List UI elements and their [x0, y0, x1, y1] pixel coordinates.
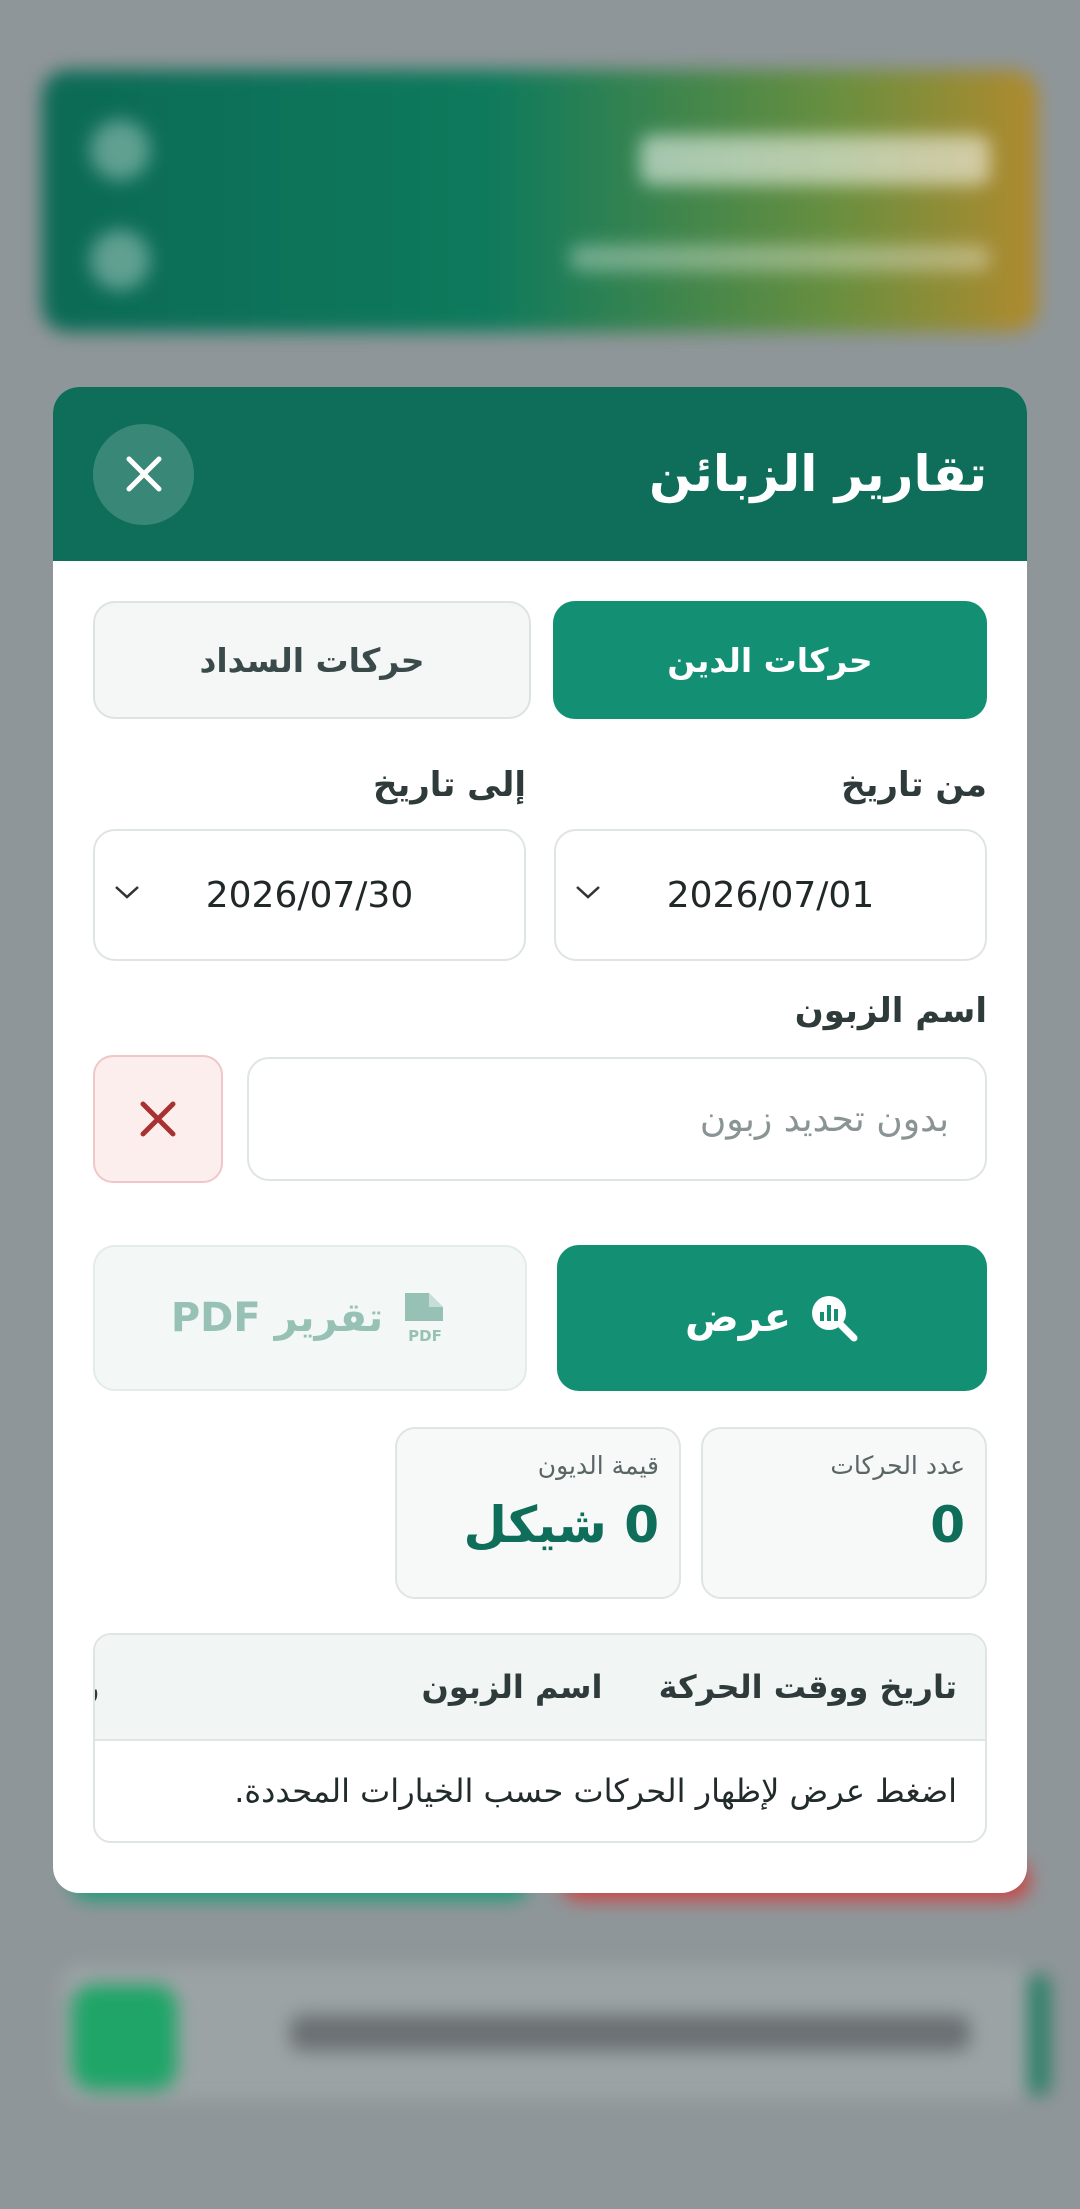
pdf-report-button[interactable]: PDF تقرير PDF [93, 1245, 527, 1391]
background-header-card [42, 70, 1038, 332]
to-date-value: 2026/07/30 [205, 874, 414, 916]
to-date-field[interactable]: 2026/07/30 [93, 829, 526, 961]
background-row-text [290, 2015, 970, 2051]
stat-card-movements-count: عدد الحركات 0 [701, 1427, 987, 1599]
from-date-value: 2026/07/01 [666, 874, 875, 916]
report-type-tabs: حركات الدين حركات السداد [93, 601, 987, 719]
from-date-field[interactable]: 2026/07/01 [554, 829, 987, 961]
stat-value: 0 [930, 1496, 965, 1554]
summary-stats: عدد الحركات 0 قيمة الديون 0 شيكل [93, 1427, 987, 1599]
background-icon [90, 230, 150, 290]
chevron-down-icon [576, 886, 600, 899]
close-icon [126, 456, 161, 492]
from-date-label: من تاريخ [841, 765, 987, 805]
stat-value: 0 شيكل [463, 1496, 660, 1554]
column-header: اسم الزبون [421, 1668, 603, 1706]
column-header: ر [95, 1668, 99, 1706]
background-row-bar [1028, 1975, 1050, 2095]
background-subtitle [570, 245, 990, 271]
search-chart-icon [812, 1296, 858, 1342]
close-icon [140, 1101, 176, 1137]
tab-debt-movements[interactable]: حركات الدين [553, 601, 987, 719]
clear-customer-button[interactable] [93, 1055, 223, 1183]
background-title [640, 135, 990, 185]
chevron-down-icon [115, 886, 139, 899]
show-button[interactable]: عرض [557, 1245, 987, 1391]
customer-name-label: اسم الزبون [794, 991, 987, 1031]
pdf-button-label: تقرير PDF [170, 1295, 384, 1341]
stat-card-debt-value: قيمة الديون 0 شيكل [395, 1427, 681, 1599]
modal-header: تقارير الزبائن [53, 387, 1027, 561]
stat-label: عدد الحركات [830, 1451, 965, 1480]
modal-title: تقارير الزبائن [649, 445, 987, 503]
tab-payment-movements[interactable]: حركات السداد [93, 601, 531, 719]
customer-name-input[interactable]: بدون تحديد زبون [247, 1057, 987, 1181]
pdf-file-icon: PDF [405, 1293, 444, 1345]
close-button[interactable] [93, 423, 194, 525]
show-button-label: عرض [685, 1295, 792, 1341]
customer-reports-modal: تقارير الزبائن حركات الدين حركات السداد … [53, 387, 1027, 1893]
table-header: تاريخ ووقت الحركة اسم الزبون ر [95, 1635, 985, 1741]
background-row-icon [72, 1985, 177, 2090]
to-date-label: إلى تاريخ [372, 765, 526, 805]
column-header: تاريخ ووقت الحركة [658, 1668, 957, 1706]
table-empty-message: اضغط عرض لإظهار الحركات حسب الخيارات الم… [234, 1772, 957, 1810]
movements-table[interactable]: تاريخ ووقت الحركة اسم الزبون ر اضغط عرض … [93, 1633, 987, 1843]
svg-text:PDF: PDF [408, 1327, 442, 1345]
stat-label: قيمة الديون [537, 1451, 659, 1480]
background-icon [90, 120, 150, 180]
